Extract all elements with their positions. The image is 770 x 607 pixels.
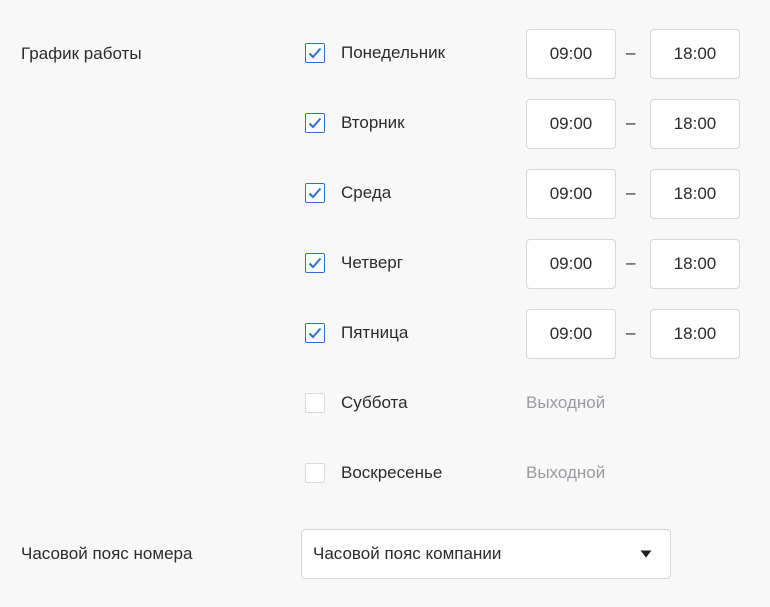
day-row-saturday: Суббота Выходной bbox=[305, 379, 745, 429]
timezone-select[interactable]: Часовой пояс компании bbox=[301, 529, 671, 579]
wednesday-checkbox[interactable] bbox=[305, 183, 325, 203]
time-range-dash: – bbox=[626, 43, 636, 62]
thursday-end-time-input[interactable]: 18:00 bbox=[650, 239, 740, 289]
day-row-thursday: Четверг 09:00 – 18:00 bbox=[305, 239, 745, 289]
time-range-dash: – bbox=[626, 253, 636, 272]
sunday-label[interactable]: Воскресенье bbox=[341, 463, 442, 483]
saturday-checkbox[interactable] bbox=[305, 393, 325, 413]
thursday-start-time-input[interactable]: 09:00 bbox=[526, 239, 616, 289]
friday-end-time-input[interactable]: 18:00 bbox=[650, 309, 740, 359]
monday-start-time-input[interactable]: 09:00 bbox=[526, 29, 616, 79]
day-row-sunday: Воскресенье Выходной bbox=[305, 449, 745, 499]
schedule-label: График работы bbox=[21, 44, 142, 63]
monday-checkbox[interactable] bbox=[305, 43, 325, 63]
thursday-checkbox[interactable] bbox=[305, 253, 325, 273]
day-row-monday: Понедельник 09:00 – 18:00 bbox=[305, 29, 745, 79]
day-row-wednesday: Среда 09:00 – 18:00 bbox=[305, 169, 745, 219]
caret-down-icon bbox=[640, 550, 652, 558]
tuesday-end-time-input[interactable]: 18:00 bbox=[650, 99, 740, 149]
checkmark-icon bbox=[308, 47, 322, 59]
friday-start-time-input[interactable]: 09:00 bbox=[526, 309, 616, 359]
wednesday-label[interactable]: Среда bbox=[341, 183, 391, 203]
day-row-tuesday: Вторник 09:00 – 18:00 bbox=[305, 99, 745, 149]
sunday-day-off-label: Выходной bbox=[526, 463, 606, 482]
monday-end-time-input[interactable]: 18:00 bbox=[650, 29, 740, 79]
checkmark-icon bbox=[308, 327, 322, 339]
wednesday-start-time-input[interactable]: 09:00 bbox=[526, 169, 616, 219]
checkmark-icon bbox=[308, 117, 322, 129]
sunday-checkbox[interactable] bbox=[305, 463, 325, 483]
friday-checkbox[interactable] bbox=[305, 323, 325, 343]
friday-label[interactable]: Пятница bbox=[341, 323, 408, 343]
timezone-label: Часовой пояс номера bbox=[21, 544, 193, 563]
thursday-label[interactable]: Четверг bbox=[341, 253, 403, 273]
monday-label[interactable]: Понедельник bbox=[341, 43, 445, 63]
checkmark-icon bbox=[308, 187, 322, 199]
tuesday-checkbox[interactable] bbox=[305, 113, 325, 133]
time-range-dash: – bbox=[626, 183, 636, 202]
time-range-dash: – bbox=[626, 323, 636, 342]
day-row-friday: Пятница 09:00 – 18:00 bbox=[305, 309, 745, 359]
wednesday-end-time-input[interactable]: 18:00 bbox=[650, 169, 740, 219]
saturday-label[interactable]: Суббота bbox=[341, 393, 408, 413]
saturday-day-off-label: Выходной bbox=[526, 393, 606, 412]
tuesday-start-time-input[interactable]: 09:00 bbox=[526, 99, 616, 149]
timezone-selected-value: Часовой пояс компании bbox=[313, 544, 502, 563]
checkmark-icon bbox=[308, 257, 322, 269]
tuesday-label[interactable]: Вторник bbox=[341, 113, 405, 133]
time-range-dash: – bbox=[626, 113, 636, 132]
